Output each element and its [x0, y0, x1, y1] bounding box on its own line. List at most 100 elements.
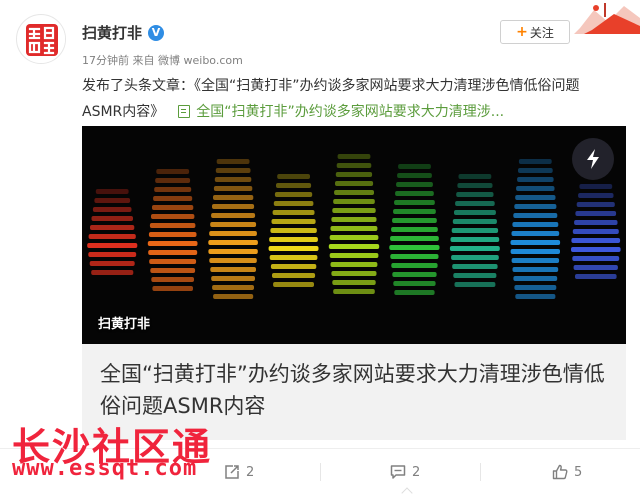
equalizer-bar: [155, 178, 191, 183]
equalizer-bar: [337, 154, 371, 159]
equalizer-bar: [208, 240, 258, 245]
equalizer-bar: [213, 294, 254, 299]
equalizer-bar: [213, 195, 254, 200]
equalizer-bar: [92, 207, 132, 212]
image-label: 扫黄打非: [98, 317, 151, 332]
divider: [480, 463, 481, 481]
equalizer-bar: [456, 192, 494, 197]
equalizer-bar: [574, 220, 618, 225]
comment-icon: [390, 465, 406, 479]
weibo-post: 扫黄打非 V 17分钟前 来自 微博 weibo.com + 关注 发布了头条文…: [0, 0, 640, 494]
equalizer-bar: [455, 201, 495, 206]
equalizer-bar: [208, 249, 258, 254]
article-title: 全国“扫黄打非”办约谈多家网站要求大力清理涉色情低俗问题ASMR内容: [100, 362, 605, 418]
equalizer-bar: [390, 254, 439, 259]
article-cover-image[interactable]: 扫黄打非: [82, 126, 626, 344]
equalizer-bar: [276, 183, 312, 188]
author-row: 扫黄打非 V: [82, 22, 165, 43]
equalizer-bar: [272, 210, 315, 215]
equalizer-bar: [90, 225, 135, 230]
equalizer-bar: [450, 237, 500, 242]
equalizer-bar: [151, 214, 195, 219]
equalizer-bar: [391, 263, 438, 268]
equalizer-bar: [512, 222, 559, 227]
equalizer-bar: [397, 173, 432, 178]
like-count: 5: [574, 464, 583, 480]
equalizer-bar: [575, 274, 617, 279]
equalizer-bar: [209, 231, 257, 236]
like-button[interactable]: 5: [552, 449, 582, 494]
avatar[interactable]: [16, 14, 66, 64]
equalizer-bar: [396, 182, 433, 187]
equalizer-bar: [330, 226, 378, 231]
equalizer-bar: [269, 237, 318, 242]
equalizer-bar: [511, 258, 560, 263]
divider: [320, 463, 321, 481]
follow-button[interactable]: + 关注: [500, 20, 570, 44]
seal-logo-icon: [18, 16, 65, 63]
equalizer-bar: [333, 199, 375, 204]
equalizer-bar: [268, 246, 319, 251]
equalizer-bar: [517, 177, 554, 182]
equalizer-bar: [513, 213, 558, 218]
equalizer-bar: [274, 192, 313, 197]
equalizer-bar: [451, 255, 499, 260]
equalizer-bar: [454, 282, 496, 287]
equalizer-bar: [87, 243, 138, 248]
equalizer-bar: [395, 191, 434, 196]
equalizer-bar: [510, 240, 561, 245]
equalizer-bar: [518, 159, 552, 164]
equalizer-bar: [154, 187, 192, 192]
equalizer-bar: [329, 253, 379, 258]
post-time: 17分钟前: [82, 54, 129, 67]
equalizer-bar: [453, 273, 497, 278]
repost-button[interactable]: 2: [224, 449, 254, 494]
comment-count: 2: [412, 464, 421, 480]
equalizer-bar: [576, 202, 615, 207]
post-meta: 17分钟前 来自 微博 weibo.com: [82, 52, 243, 68]
equalizer-bar: [449, 246, 500, 251]
equalizer-bar: [214, 177, 252, 182]
equalizer-bar: [88, 252, 137, 257]
equalizer-bar: [335, 181, 374, 186]
author-name[interactable]: 扫黄打非: [82, 22, 142, 43]
equalizer-bar: [452, 219, 497, 224]
repost-count: 2: [246, 464, 255, 480]
verified-badge-icon: V: [148, 24, 165, 41]
festive-banner-icon: [574, 0, 640, 34]
post-text-line2: ASMR内容》 全国“扫黄打非”办约谈多家网站要求大力清理涉...: [82, 101, 504, 121]
equalizer-bar: [215, 168, 251, 173]
equalizer-bar: [332, 208, 376, 213]
equalizer-bar: [573, 265, 618, 270]
equalizer-bar: [393, 209, 436, 214]
equalizer-bar: [273, 282, 314, 287]
equalizer-bar: [329, 235, 379, 240]
equalizer-bar: [457, 183, 493, 188]
equalizer-bar: [213, 186, 253, 191]
follow-label: 关注: [529, 25, 554, 40]
equalizer-bar: [89, 261, 135, 266]
equalizer-bar: [150, 268, 196, 273]
equalizer-bar: [269, 255, 318, 260]
article-link[interactable]: 全国“扫黄打非”办约谈多家网站要求大力清理涉...: [196, 101, 504, 121]
equalizer-bar: [391, 227, 438, 232]
equalizer-bar: [91, 270, 134, 275]
flash-button[interactable]: [572, 138, 614, 180]
equalizer-bar: [389, 245, 440, 250]
post-source[interactable]: 微博 weibo.com: [158, 54, 243, 67]
post-text-line1: 发布了头条文章：《全国“扫黄打非”办约谈多家网站要求大力清理涉色情低俗问题: [82, 78, 580, 94]
equalizer-bar: [571, 247, 621, 252]
equalizer-image: [87, 154, 621, 299]
equalizer-bar: [210, 222, 257, 227]
equalizer-bar: [514, 285, 557, 290]
plus-icon: +: [516, 24, 528, 40]
equalizer-bar: [452, 264, 498, 269]
equalizer-bar: [514, 204, 557, 209]
equalizer-bar: [270, 228, 317, 233]
equalizer-bar: [518, 168, 553, 173]
equalizer-bar: [271, 219, 316, 224]
equalizer-bar: [454, 210, 496, 215]
equalizer-bar: [211, 213, 256, 218]
equalizer-bar: [335, 172, 373, 177]
equalizer-bar: [277, 174, 310, 179]
